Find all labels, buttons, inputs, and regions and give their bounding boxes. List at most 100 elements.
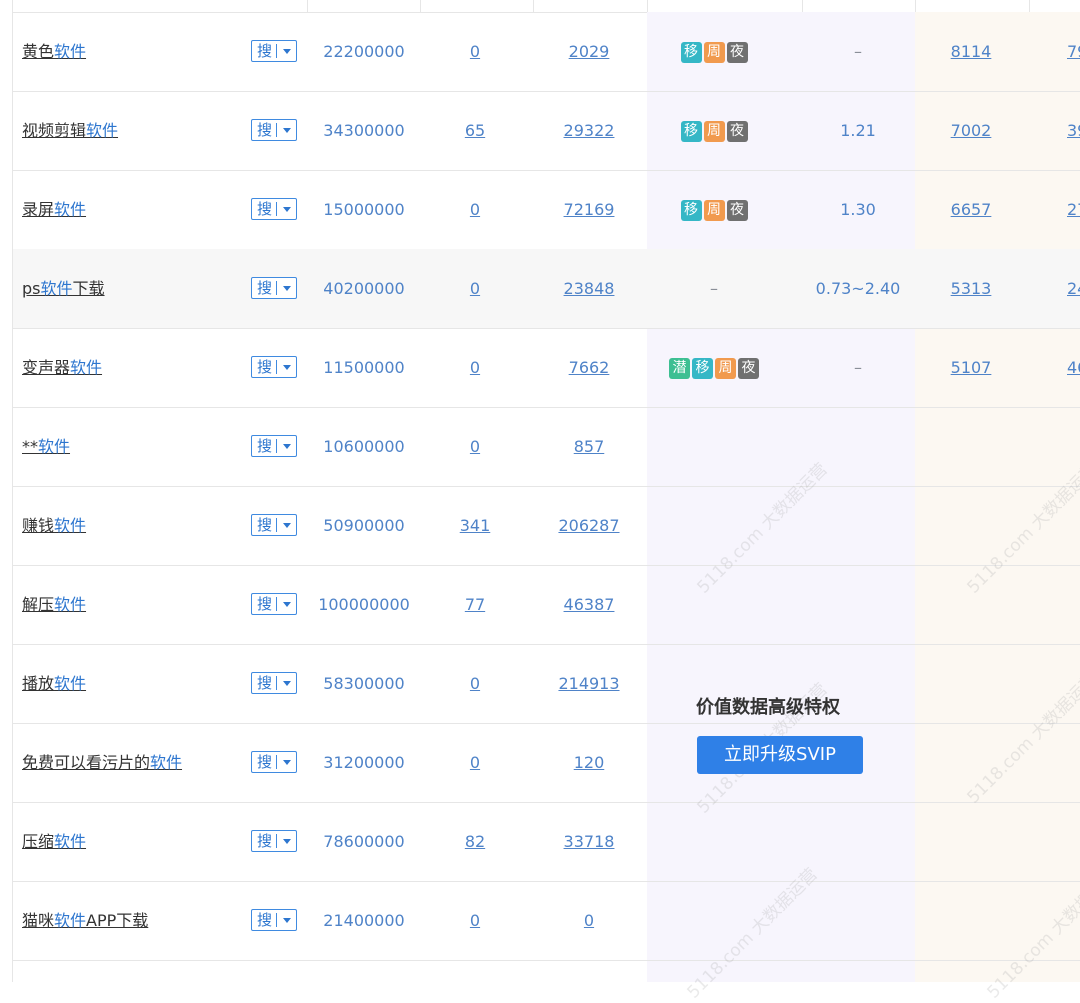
metric-link-a[interactable]: 0 <box>421 723 529 802</box>
keyword-link[interactable]: **软件 <box>22 407 70 486</box>
keyword-link[interactable]: 赚钱软件 <box>22 486 86 565</box>
keyword-link[interactable]: 免费可以看污片的软件 <box>22 723 182 802</box>
search-dropdown-button[interactable]: 搜 <box>251 514 297 536</box>
keyword-highlight: 软件 <box>54 674 87 693</box>
table-row: 猫咪软件APP下载 搜 21400000 0 0 <box>13 881 1080 961</box>
keyword-link[interactable]: 猫咪软件APP下载 <box>22 881 148 960</box>
metric-link-b[interactable]: 214913 <box>533 644 645 723</box>
metric-link-f[interactable]: 39 <box>1067 91 1080 170</box>
metric-link-f[interactable]: 24 <box>1067 249 1080 328</box>
tag-yi: 移 <box>680 200 702 221</box>
search-dropdown-button[interactable]: 搜 <box>251 909 297 931</box>
metric-link-b[interactable]: 7662 <box>533 328 645 407</box>
index-value: 1.21 <box>840 121 876 140</box>
metric-link-f[interactable]: 27 <box>1067 170 1080 249</box>
index-value: 0.73~2.40 <box>815 279 901 298</box>
keyword-highlight: 软件 <box>38 437 71 456</box>
metric-link-b[interactable]: 29322 <box>533 91 645 170</box>
search-button-label: 搜 <box>257 358 273 376</box>
metric-link-a[interactable]: 0 <box>421 170 529 249</box>
tag-ye: 夜 <box>726 200 748 221</box>
keyword-link[interactable]: 录屏软件 <box>22 170 86 249</box>
metric-link-e[interactable]: 8114 <box>931 12 1011 91</box>
search-button-label: 搜 <box>257 121 273 139</box>
search-dropdown-button[interactable]: 搜 <box>251 40 297 62</box>
metric-link-a[interactable]: 65 <box>421 91 529 170</box>
search-dropdown-button[interactable]: 搜 <box>251 830 297 852</box>
metric-link-a[interactable]: 77 <box>421 565 529 644</box>
metric-link-a[interactable]: 0 <box>421 644 529 723</box>
search-volume: 34300000 <box>323 121 405 140</box>
metric-link-a[interactable]: 0 <box>421 249 529 328</box>
traffic-tags: 潜移周夜 <box>647 328 781 407</box>
keyword-prefix: 解压 <box>22 595 55 614</box>
keyword-link[interactable]: 黄色软件 <box>22 12 86 91</box>
metric-link-e[interactable]: 5107 <box>931 328 1011 407</box>
search-button-label: 搜 <box>257 911 273 929</box>
metric-link-e[interactable]: 6657 <box>931 170 1011 249</box>
caret-down-icon <box>283 365 291 370</box>
search-volume: 31200000 <box>323 753 405 772</box>
keyword-prefix: ** <box>22 437 38 456</box>
metric-link-f[interactable]: 46 <box>1067 328 1080 407</box>
keyword-link[interactable]: 解压软件 <box>22 565 86 644</box>
search-volume: 11500000 <box>323 358 405 377</box>
keyword-prefix: 播放 <box>22 674 55 693</box>
search-dropdown-button[interactable]: 搜 <box>251 672 297 694</box>
tag-ye: 夜 <box>726 42 748 63</box>
tag-zhou: 周 <box>703 42 725 63</box>
search-dropdown-button[interactable]: 搜 <box>251 198 297 220</box>
index-value: 1.30 <box>840 200 876 219</box>
keyword-link[interactable]: ps软件下载 <box>22 249 105 328</box>
search-button-label: 搜 <box>257 832 273 850</box>
metric-link-e[interactable]: 5313 <box>931 249 1011 328</box>
table-row: 变声器软件搜1150000007662潜移周夜–510746 <box>13 328 1080 408</box>
metric-link-f[interactable]: 79 <box>1067 12 1080 91</box>
metric-link-b[interactable]: 23848 <box>533 249 645 328</box>
metric-link-b[interactable]: 857 <box>533 407 645 486</box>
search-volume: 40200000 <box>323 279 405 298</box>
search-dropdown-button[interactable]: 搜 <box>251 435 297 457</box>
search-dropdown-button[interactable]: 搜 <box>251 593 297 615</box>
keyword-link[interactable]: 视频剪辑软件 <box>22 91 118 170</box>
keyword-link[interactable]: 变声器软件 <box>22 328 102 407</box>
metric-link-a[interactable]: 82 <box>421 802 529 881</box>
tag-ye: 夜 <box>726 121 748 142</box>
metric-link-e[interactable]: 7002 <box>931 91 1011 170</box>
keyword-link[interactable]: 播放软件 <box>22 644 86 723</box>
metric-link-a[interactable]: 0 <box>421 12 529 91</box>
keyword-prefix: 压缩 <box>22 832 55 851</box>
table-row: 压缩软件 搜 78600000 82 33718 <box>13 802 1080 882</box>
tag-yi: 移 <box>680 42 702 63</box>
keyword-link[interactable]: 压缩软件 <box>22 802 86 881</box>
metric-link-b[interactable]: 46387 <box>533 565 645 644</box>
metric-link-b[interactable]: 120 <box>533 723 645 802</box>
metric-link-a[interactable]: 0 <box>421 881 529 960</box>
table-row: 录屏软件搜15000000072169移周夜1.30665727 <box>13 170 1080 250</box>
keyword-highlight: 软件 <box>54 832 87 851</box>
metric-link-a[interactable]: 0 <box>421 407 529 486</box>
traffic-tags: 移周夜 <box>647 12 781 91</box>
search-dropdown-button[interactable]: 搜 <box>251 356 297 378</box>
keyword-highlight: 软件 <box>54 911 87 930</box>
metric-link-a[interactable]: 341 <box>421 486 529 565</box>
caret-down-icon <box>283 839 291 844</box>
search-volume: 50900000 <box>323 516 405 535</box>
metric-link-b[interactable]: 206287 <box>533 486 645 565</box>
metric-link-b[interactable]: 2029 <box>533 12 645 91</box>
upgrade-svip-button[interactable]: 立即升级SVIP <box>697 736 863 774</box>
metric-link-b[interactable]: 33718 <box>533 802 645 881</box>
search-dropdown-button[interactable]: 搜 <box>251 119 297 141</box>
keyword-highlight: 软件 <box>54 516 87 535</box>
metric-link-b[interactable]: 72169 <box>533 170 645 249</box>
caret-down-icon <box>283 128 291 133</box>
search-dropdown-button[interactable]: 搜 <box>251 277 297 299</box>
table-row: ps软件下载 搜 40200000 023848 – 0.73~2.40 5313 24 <box>13 249 1080 329</box>
search-button-label: 搜 <box>257 753 273 771</box>
search-dropdown-button[interactable]: 搜 <box>251 751 297 773</box>
keyword-prefix: 录屏 <box>22 200 55 219</box>
metric-link-a[interactable]: 0 <box>421 328 529 407</box>
metric-link-b[interactable]: 0 <box>533 881 645 960</box>
keyword-highlight: 软件 <box>86 121 119 140</box>
index-value: – <box>854 42 862 61</box>
